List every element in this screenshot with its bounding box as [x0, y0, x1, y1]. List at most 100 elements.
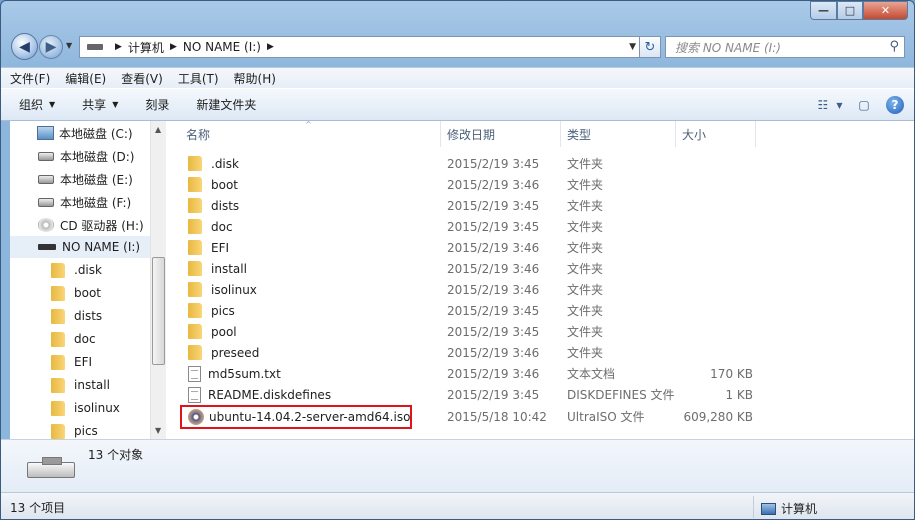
folder-icon — [188, 219, 202, 234]
table-row[interactable]: install 2015/2/19 3:46 文件夹 — [166, 258, 914, 279]
share-button[interactable]: 共享 ▼ — [73, 96, 127, 113]
item-count: 13 个项目 — [10, 500, 66, 515]
sidebar-scrollbar[interactable]: ▲ ▼ — [150, 121, 166, 439]
sidebar-folder-boot[interactable]: boot — [51, 282, 164, 304]
explorer-window: — □ ✕ ◀ ▶ ▼ ▶ 计算机 ▶ NO NAME (I:) ▶ ▼ ↻ 搜… — [0, 0, 915, 520]
drive-icon — [38, 174, 54, 184]
close-button[interactable]: ✕ — [863, 1, 908, 20]
recent-pages-dropdown[interactable]: ▼ — [66, 41, 72, 50]
sidebar-folder-doc[interactable]: doc — [51, 328, 164, 350]
drive-icon — [87, 44, 103, 50]
address-history-dropdown[interactable]: ▼ — [629, 42, 636, 52]
column-modified[interactable]: 修改日期 — [441, 121, 561, 147]
breadcrumb-separator-icon[interactable]: ▶ — [170, 42, 177, 52]
caption-buttons: — □ ✕ — [810, 1, 908, 20]
table-row[interactable]: isolinux 2015/2/19 3:46 文件夹 — [166, 279, 914, 300]
table-row[interactable]: .disk 2015/2/19 3:45 文件夹 — [166, 153, 914, 174]
table-row[interactable]: README.diskdefines 2015/2/19 3:45 DISKDEFI… — [166, 384, 914, 405]
file-type: 文件夹 — [567, 346, 604, 360]
address-bar[interactable]: ▶ 计算机 ▶ NO NAME (I:) ▶ ▼ — [79, 36, 641, 58]
forward-button[interactable]: ▶ — [39, 35, 63, 59]
folder-icon — [51, 354, 65, 370]
drive-icon — [38, 197, 54, 207]
file-type: 文件夹 — [567, 304, 604, 318]
file-name: isolinux — [211, 282, 257, 297]
view-options-button[interactable]: ☷ ▼ — [817, 95, 843, 115]
table-row[interactable]: dists 2015/2/19 3:45 文件夹 — [166, 195, 914, 216]
scrollbar-thumb[interactable] — [152, 257, 165, 365]
column-size-label: 大小 — [682, 127, 707, 142]
refresh-icon: ↻ — [644, 39, 656, 55]
table-row[interactable]: preseed 2015/2/19 3:46 文件夹 — [166, 342, 914, 363]
folder-icon — [188, 198, 202, 213]
folder-icon — [51, 262, 65, 278]
column-name[interactable]: 名称 ^ — [166, 120, 441, 147]
file-date: 2015/2/19 3:46 — [447, 345, 540, 360]
search-input[interactable]: 搜索 NO NAME (I:) ⚲ — [665, 36, 905, 58]
sidebar-item-label: .disk — [74, 263, 102, 277]
table-row[interactable]: md5sum.txt 2015/2/19 3:46 文本文档 170 KB — [166, 363, 914, 384]
menu-tools[interactable]: 工具(T) — [178, 70, 219, 87]
scroll-down-icon[interactable]: ▼ — [155, 426, 161, 435]
column-size[interactable]: 大小 — [676, 121, 756, 147]
breadcrumb-separator-icon[interactable]: ▶ — [267, 42, 274, 52]
table-row[interactable]: boot 2015/2/19 3:46 文件夹 — [166, 174, 914, 195]
table-row[interactable]: pics 2015/2/19 3:45 文件夹 — [166, 300, 914, 321]
sidebar-folder-install[interactable]: install — [51, 374, 164, 396]
sidebar-item-cd-drive[interactable]: CD 驱动器 (H:) — [38, 214, 164, 236]
refresh-button[interactable]: ↻ — [639, 36, 661, 58]
organize-button[interactable]: 组织 ▼ — [10, 96, 64, 113]
menu-view[interactable]: 查看(V) — [121, 70, 163, 87]
sidebar-item-label: 本地磁盘 (E:) — [60, 172, 133, 187]
preview-pane-button[interactable]: ▢ — [852, 95, 876, 115]
folder-icon — [188, 156, 202, 171]
file-type: 文件夹 — [567, 241, 604, 255]
sidebar-folder-efi[interactable]: EFI — [51, 351, 164, 373]
usb-drive-icon — [27, 457, 75, 478]
sidebar-item-drive-e[interactable]: 本地磁盘 (E:) — [38, 168, 164, 190]
sidebar-item-label: NO NAME (I:) — [62, 240, 141, 254]
maximize-button[interactable]: □ — [837, 1, 863, 20]
sidebar-item-usb-drive[interactable]: NO NAME (I:) — [10, 236, 150, 258]
minimize-button[interactable]: — — [810, 1, 837, 20]
system-drive-icon — [37, 126, 54, 140]
table-row[interactable]: pool 2015/2/19 3:45 文件夹 — [166, 321, 914, 342]
sidebar-item-drive-d[interactable]: 本地磁盘 (D:) — [38, 145, 164, 167]
folder-icon — [188, 177, 202, 192]
menu-bar: 文件(F) 编辑(E) 查看(V) 工具(T) 帮助(H) — [1, 67, 914, 88]
folder-icon — [51, 400, 65, 416]
details-view-icon: ☷ — [817, 98, 829, 112]
search-placeholder: 搜索 NO NAME (I:) — [675, 40, 781, 55]
breadcrumb-separator-icon[interactable]: ▶ — [115, 42, 122, 52]
file-type: DISKDEFINES 文件 — [567, 388, 675, 402]
file-date: 2015/5/18 10:42 — [447, 409, 547, 424]
burn-button[interactable]: 刻录 — [136, 96, 178, 113]
menu-file[interactable]: 文件(F) — [10, 70, 50, 87]
sort-ascending-icon: ^ — [305, 120, 312, 129]
new-folder-button[interactable]: 新建文件夹 — [187, 96, 265, 113]
scroll-up-icon[interactable]: ▲ — [155, 125, 161, 134]
organize-label: 组织 — [19, 98, 44, 112]
file-type: 文件夹 — [567, 220, 604, 234]
table-row[interactable]: doc 2015/2/19 3:45 文件夹 — [166, 216, 914, 237]
sidebar-folder-disk[interactable]: .disk — [51, 259, 164, 281]
column-type[interactable]: 类型 — [561, 121, 676, 147]
breadcrumb-computer[interactable]: 计算机 — [128, 39, 164, 56]
sidebar-item-label: 本地磁盘 (C:) — [59, 126, 133, 141]
menu-help[interactable]: 帮助(H) — [234, 70, 276, 87]
sidebar-item-drive-f[interactable]: 本地磁盘 (F:) — [38, 191, 164, 213]
menu-edit[interactable]: 编辑(E) — [65, 70, 106, 87]
help-button[interactable]: ? — [886, 96, 904, 114]
sidebar-folder-dists[interactable]: dists — [51, 305, 164, 327]
back-button[interactable]: ◀ — [11, 33, 38, 60]
search-icon[interactable]: ⚲ — [889, 39, 899, 54]
sidebar-item-drive-c[interactable]: 本地磁盘 (C:) — [37, 122, 164, 144]
table-row[interactable]: EFI 2015/2/19 3:46 文件夹 — [166, 237, 914, 258]
navigation-pane: 本地磁盘 (C:) 本地磁盘 (D:) 本地磁盘 (E:) 本地磁盘 (F:) … — [10, 121, 165, 439]
folder-icon — [188, 261, 202, 276]
file-name: pool — [211, 324, 237, 339]
sidebar-item-label: EFI — [74, 355, 93, 369]
sidebar-folder-pics[interactable]: pics — [51, 420, 164, 439]
sidebar-folder-isolinux[interactable]: isolinux — [51, 397, 164, 419]
breadcrumb-drive[interactable]: NO NAME (I:) — [183, 40, 261, 54]
